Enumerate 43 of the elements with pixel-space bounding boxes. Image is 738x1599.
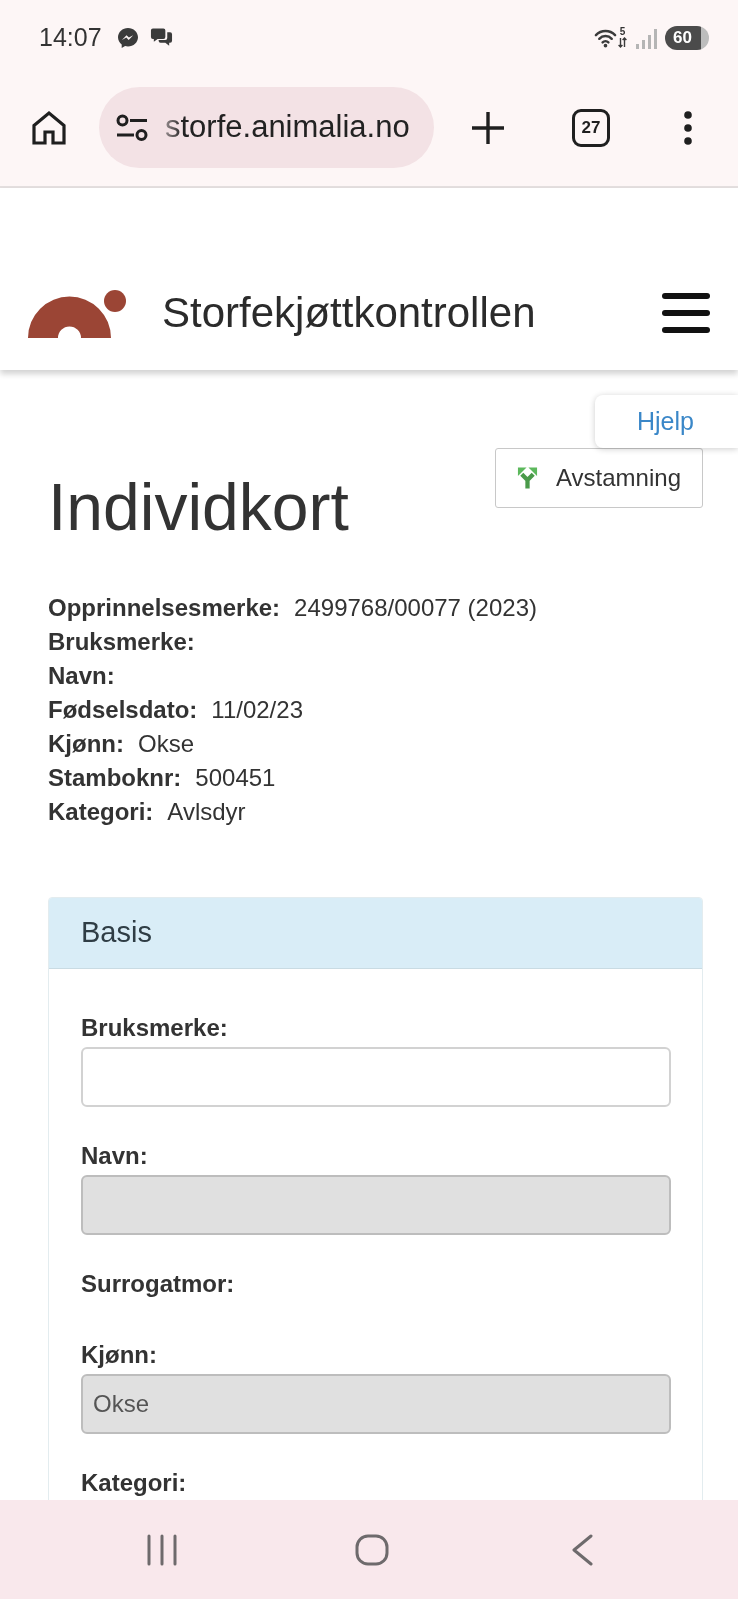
battery-level: 60 — [665, 25, 709, 50]
wifi-icon — [594, 27, 617, 48]
info-value: 2499768/00077 (2023) — [294, 592, 537, 623]
field-label: Kjønn: — [81, 1339, 158, 1370]
info-label: Kategori: — [48, 796, 154, 827]
info-label: Bruksmerke: — [48, 626, 195, 657]
home-icon[interactable] — [31, 109, 67, 146]
wifi-band-label: 5 — [619, 27, 626, 37]
tab-count-button[interactable]: 27 — [572, 108, 610, 147]
info-label: Stamboknr: — [48, 762, 182, 793]
info-label: Fødselsdato: — [48, 694, 198, 725]
info-label: Opprinnelsesmerke: — [48, 592, 281, 623]
messenger-icon — [116, 26, 139, 49]
text-input[interactable] — [81, 1046, 671, 1107]
logo-icon[interactable] — [27, 288, 127, 338]
sliders-icon[interactable] — [116, 113, 148, 142]
data-arrows-icon — [618, 37, 627, 48]
field-label: Navn: — [81, 1140, 149, 1171]
info-label: Kjønn: — [48, 728, 124, 759]
site-title: Storfekjøttkontrollen — [162, 292, 536, 334]
back-icon[interactable] — [571, 1533, 593, 1566]
status-time: 14:07 — [39, 25, 102, 50]
help-link[interactable]: Hjelp — [595, 395, 738, 448]
menu-icon[interactable] — [662, 293, 710, 333]
info-value: 11/02/23 — [211, 694, 303, 725]
field-label: Kategori: — [81, 1467, 188, 1498]
page-title: Individkort — [48, 471, 349, 544]
info-value: Avlsdyr — [167, 796, 246, 827]
signal-icon — [635, 26, 657, 49]
info-value: Okse — [138, 728, 194, 759]
field-label: Bruksmerke: — [81, 1012, 229, 1043]
recent-apps-icon[interactable] — [146, 1533, 178, 1566]
address-bar[interactable]: storfe.animalia.no — [99, 87, 434, 168]
info-label: Navn: — [48, 660, 115, 691]
more-icon[interactable] — [684, 110, 692, 145]
pedigree-button[interactable]: Avstamning — [495, 448, 703, 508]
plus-icon[interactable] — [471, 110, 505, 145]
branch-arrows-icon — [517, 466, 539, 490]
panel-title: Basis — [81, 914, 152, 950]
info-value: 500451 — [195, 762, 276, 793]
url-text: storfe.animalia.no — [165, 108, 410, 147]
field-label: Surrogatmor: — [81, 1268, 236, 1299]
chat-bubbles-icon — [149, 27, 173, 48]
